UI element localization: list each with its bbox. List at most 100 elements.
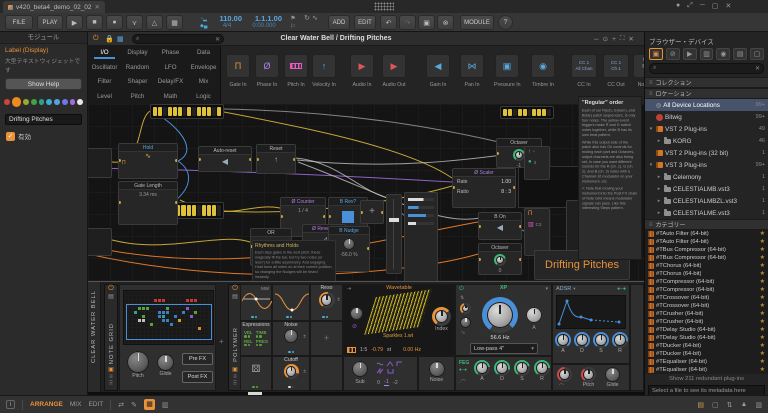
copy-icon[interactable]: ▣ <box>418 15 435 30</box>
close-editor-icon[interactable]: ✕ <box>628 35 633 43</box>
plugin-row[interactable]: #TCrossover (64-bit)★ <box>645 302 768 310</box>
location-row[interactable]: ▸KORG46 <box>645 135 768 147</box>
polymer-feg-cell[interactable]: FEG ●–● ·⌒ ADSR <box>455 356 552 391</box>
grid-patch-canvas[interactable]: Hold∿ΠGate Length3.34 msAuto-reset◀Reset… <box>88 104 644 281</box>
envelope-knob-a[interactable]: A <box>555 332 571 354</box>
category-tab-mix[interactable]: Mix <box>187 75 220 89</box>
favorite-star-icon[interactable]: ★ <box>760 247 765 253</box>
step-sequencer-module[interactable] <box>150 104 224 119</box>
favorite-star-icon[interactable]: ★ <box>760 335 765 341</box>
envelope-knob-r[interactable]: R <box>612 332 628 354</box>
grid-module-gate-length[interactable]: Gate Length3.34 ms <box>118 181 178 225</box>
location-row[interactable]: ◎All Device Locations99+ <box>645 99 768 111</box>
polymer-osc1-cell[interactable]: MW <box>240 284 272 321</box>
plugin-row[interactable]: #TCompressor (64-bit)★ <box>645 278 768 286</box>
expression-timb[interactable]: TIMB <box>256 330 268 338</box>
palette-module-cc-in[interactable]: CC 1All ChanCC In <box>571 54 597 88</box>
piano-icon[interactable]: ▥ <box>755 401 762 409</box>
tempo-value[interactable]: 110.00 <box>212 15 242 23</box>
favorite-star-icon[interactable]: ★ <box>760 319 765 325</box>
samples-tab-icon[interactable]: ▶ <box>683 48 697 60</box>
envelope-knob-a[interactable]: A <box>474 360 490 382</box>
palette-module-phase-in[interactable]: ØPhase In <box>254 54 280 88</box>
polymer-wavetable-cell[interactable]: ⇥ Wavetable ⊘ Sparkles 1.wt Index 1:5 -0… <box>343 284 455 356</box>
color-swatch[interactable] <box>39 99 45 105</box>
category-tab-math[interactable]: Math <box>154 90 187 104</box>
wavetable-detune[interactable]: -0.79 <box>371 347 383 353</box>
zoom-out-icon[interactable]: ─ <box>594 36 599 43</box>
effects-tab-icon[interactable]: ◉ <box>716 48 730 60</box>
palette-module-pitch-in[interactable]: Pitch In <box>283 54 309 88</box>
envelope-knob-d[interactable]: D <box>574 332 590 354</box>
reso-knob[interactable] <box>319 292 335 308</box>
zoom-in-icon[interactable]: + <box>612 36 616 43</box>
show-help-button[interactable]: Show Help <box>5 78 82 90</box>
plugin-row[interactable]: #TAuto Filter (64-bit)★ <box>645 230 768 238</box>
envelope-knob-r[interactable]: R <box>534 360 550 382</box>
redo-icon[interactable]: ↷ <box>399 15 416 30</box>
favorite-star-icon[interactable]: ★ <box>760 279 765 285</box>
palette-module-timbre-in[interactable]: ◉Timbre In <box>530 54 556 88</box>
noise-stepper[interactable]: ± <box>303 334 306 340</box>
category-tab-random[interactable]: Random <box>121 61 154 75</box>
polymer-reso-cell[interactable]: Reso ± <box>310 284 343 321</box>
location-row[interactable]: ▸Celemony1 <box>645 171 768 183</box>
sort-icon[interactable]: ⇅ <box>727 401 733 409</box>
play-menu-button[interactable]: PLAY <box>37 15 63 30</box>
favorite-star-icon[interactable]: ★ <box>760 295 765 301</box>
post-fx-button[interactable]: Post FX <box>182 371 213 383</box>
tempo-display[interactable]: 110.00 4/4 <box>212 15 242 30</box>
plugin-row[interactable]: #TDucker (64-bit)★ <box>645 350 768 358</box>
grid-module-hold[interactable]: Hold∿Π <box>118 143 178 179</box>
category-tab-lfo[interactable]: LFO <box>154 61 187 75</box>
undo-icon[interactable]: ↶ <box>380 15 397 30</box>
filter-type-dropdown[interactable]: Low-pass 4"▾ <box>470 343 538 354</box>
aeg-envelope-display[interactable] <box>556 295 626 329</box>
category-tab-display[interactable]: Display <box>121 46 154 60</box>
note-grid-display-icon[interactable]: ▤ <box>105 293 117 300</box>
project-tab[interactable]: v420_beta4_demo_02_02 ✕ <box>3 1 105 13</box>
polymer-osc2-cell[interactable] <box>272 284 310 321</box>
window-close-icon[interactable]: ✕ <box>725 2 731 10</box>
grid-module-reset[interactable]: Reset↑ <box>256 144 296 174</box>
category-tab-phase[interactable]: Phase <box>154 46 187 60</box>
partial-module[interactable] <box>88 148 112 178</box>
add-device-button[interactable]: + <box>219 337 224 346</box>
category-tab-data[interactable]: Data <box>187 46 220 60</box>
play-icon[interactable]: ▶ <box>66 15 83 30</box>
polymer-aeg-cell[interactable]: ADSR ▾ ●–● ADSR <box>552 284 630 364</box>
edit-button[interactable]: EDIT <box>354 15 376 30</box>
music-tab-icon[interactable]: ▤ <box>733 48 747 60</box>
noise2-knob[interactable] <box>429 361 445 377</box>
polymer-cutoff-cell[interactable]: Cutoff ± <box>272 356 310 391</box>
module-button[interactable]: MODULE <box>460 15 494 30</box>
wavetable-file-name[interactable]: Sparkles 1.wt <box>368 333 428 339</box>
enabled-checkbox[interactable]: ✓ <box>6 132 15 141</box>
expression-vel[interactable]: VEL <box>244 330 253 338</box>
palette-module-gate-in[interactable]: ΠGate In <box>225 54 251 88</box>
palette-module-velocity-in[interactable]: ↑Velocity In <box>311 54 337 88</box>
color-swatch[interactable] <box>12 97 22 107</box>
palette-module-cc-out[interactable]: CC 1Ch 1CC Out <box>603 54 629 88</box>
grid-module-octaver-2[interactable]: Octaver0 <box>478 243 522 275</box>
note-out-ports-module[interactable]: Π▥C3 <box>524 208 550 256</box>
polymer-empty-slot-2[interactable] <box>310 356 343 391</box>
partial-module[interactable] <box>88 228 112 256</box>
polymer-glide-knob[interactable] <box>605 367 620 382</box>
note-out-ports-module[interactable]: ↑°●3 <box>524 146 550 180</box>
note-grid-pitch-knob[interactable] <box>127 351 149 373</box>
category-tab-oscillator[interactable]: Oscillator <box>88 61 121 75</box>
pointer-icon[interactable]: ▲ <box>740 401 747 408</box>
punch-buttons[interactable]: ⚑⚐ <box>286 15 300 31</box>
piano-panel-icon[interactable]: ▥ <box>162 401 169 409</box>
note-grid-mini-display[interactable] <box>123 290 214 345</box>
time-value[interactable]: 0:00.000 <box>246 23 282 30</box>
window-minimize-icon[interactable]: ─ <box>700 2 705 10</box>
pen-icon[interactable]: ✎ <box>131 401 137 409</box>
instruments-tab-icon[interactable]: ▥ <box>700 48 714 60</box>
wavetable-phase-icon[interactable]: ⊘ <box>352 323 357 330</box>
sub-wave-icons[interactable] <box>376 360 404 376</box>
color-swatch[interactable] <box>4 99 10 105</box>
plugin-row[interactable]: #TCompressor (64-bit)★ <box>645 286 768 294</box>
filter-res-knob[interactable] <box>526 307 542 323</box>
